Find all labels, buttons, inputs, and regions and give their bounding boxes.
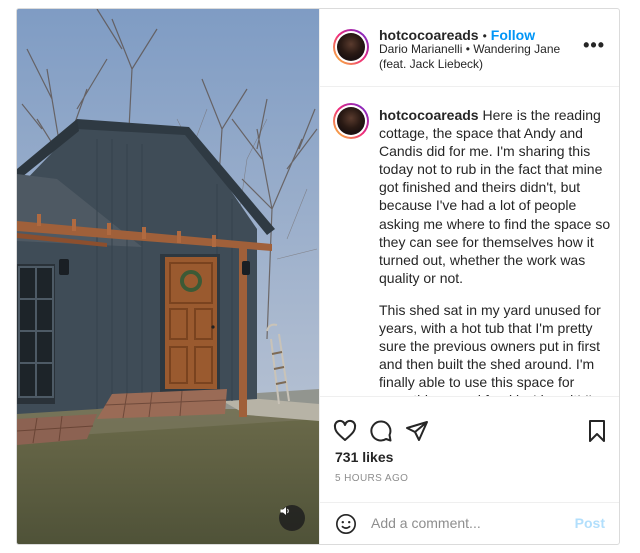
author-avatar[interactable] (333, 29, 369, 65)
save-button[interactable] (585, 419, 609, 448)
post-actions: 731 likes 5 HOURS AGO (319, 396, 619, 517)
caption-scroll-area[interactable]: hotcocoareads Here is the reading cottag… (319, 87, 619, 396)
audio-track-title: Dario Marianelli • Wandering Jane (379, 42, 561, 56)
post-timestamp[interactable]: 5 HOURS AGO (335, 473, 408, 484)
save-icon (589, 420, 605, 442)
like-count[interactable]: 731 likes (335, 449, 393, 465)
post-media[interactable] (17, 9, 320, 544)
post-caption: hotcocoareads Here is the reading cottag… (379, 106, 611, 396)
emoji-button[interactable] (335, 513, 357, 540)
caption-avatar[interactable] (333, 103, 369, 139)
sound-toggle-button[interactable] (279, 505, 305, 531)
more-options-icon[interactable]: ••• (583, 35, 605, 56)
separator-dot: • (482, 29, 487, 43)
post-sidebar: hotcocoareads • Follow Dario Marianelli • … (319, 9, 619, 544)
sound-icon (280, 507, 289, 515)
like-button[interactable] (333, 419, 357, 448)
caption-text-p2: This shed sat in my yard unused for year… (379, 301, 603, 396)
post-header: hotcocoareads • Follow Dario Marianelli • … (319, 9, 619, 87)
caption-text-p1: Here is the reading cottage, the space t… (379, 107, 611, 286)
audio-track[interactable]: Dario Marianelli • Wandering Jane (feat.… (379, 42, 579, 72)
caption-username[interactable]: hotcocoareads (379, 107, 479, 123)
comment-input[interactable] (369, 514, 563, 532)
author-username[interactable]: hotcocoareads (379, 27, 479, 43)
emoji-icon (336, 514, 356, 534)
cottage-photo (17, 9, 319, 544)
comment-button[interactable] (369, 419, 393, 448)
post-comment-button[interactable]: Post (575, 515, 605, 531)
post-card: hotcocoareads • Follow Dario Marianelli • … (16, 8, 620, 545)
follow-button[interactable]: Follow (491, 27, 535, 43)
share-icon (406, 421, 428, 441)
audio-track-feat: (feat. Jack Liebeck) (379, 57, 484, 71)
comment-bar: Post (319, 502, 619, 544)
comment-icon (370, 420, 392, 442)
heart-icon (333, 419, 357, 441)
share-button[interactable] (405, 419, 429, 448)
